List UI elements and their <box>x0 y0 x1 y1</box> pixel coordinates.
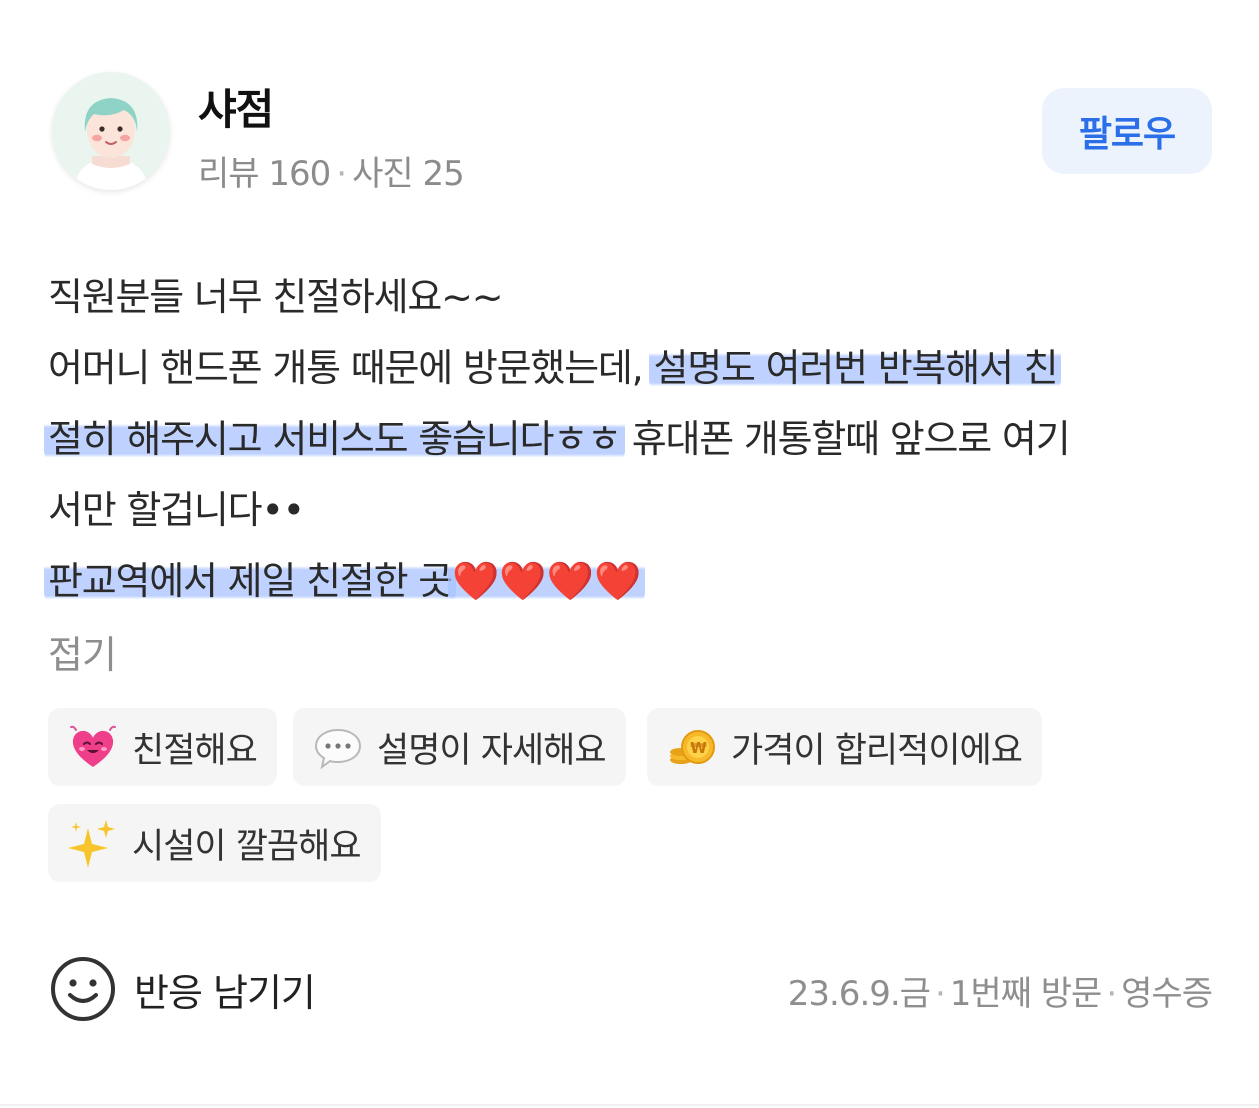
collapse-button[interactable]: 접기 <box>48 624 117 679</box>
heart-emoji-text: ❤️❤️❤️❤️ <box>448 559 646 603</box>
receipt-label[interactable]: 영수증 <box>1121 974 1213 1014</box>
divider <box>0 1104 1259 1106</box>
keyword-chip-price: ₩ 가격이 합리적이에요 <box>647 708 1042 786</box>
follow-button[interactable]: 팔로우 <box>1042 88 1212 174</box>
keyword-chip-facility: 시설이 깔끔해요 <box>48 804 381 882</box>
leave-reaction-label: 반응 남기기 <box>134 970 316 1015</box>
review-line: 판교역에서 제일 친절한 곳❤️❤️❤️❤️ <box>44 546 1218 617</box>
leave-reaction-button[interactable]: 반응 남기기 <box>50 954 316 1024</box>
visit-meta: 23.6.9.금 · 1번째 방문 · 영수증 <box>787 966 1213 1015</box>
review-text-segment: 휴대폰 개통할때 앞으로 여기 <box>620 417 1071 461</box>
smiley-icon <box>51 957 115 1021</box>
separator-dot: · <box>934 974 946 1014</box>
keyword-chip-kind: 친절해요 <box>48 708 277 786</box>
svg-text:₩: ₩ <box>690 739 707 757</box>
review-text-segment: 직원분들 너무 친절하세요~~ <box>48 275 504 319</box>
keyword-label: 가격이 합리적이에요 <box>731 730 1023 771</box>
sparkles-icon <box>68 820 115 868</box>
visit-date: 23.6.9.금 <box>787 974 931 1014</box>
keyword-chip-explanation: 설명이 자세해요 <box>293 708 626 786</box>
review-count: 리뷰 160 <box>198 154 331 194</box>
keyword-label: 설명이 자세해요 <box>377 730 607 771</box>
photo-count: 사진 25 <box>352 154 465 194</box>
review-line: 절히 해주시고 서비스도 좋습니다ㅎㅎ 휴대폰 개통할때 앞으로 여기 <box>44 404 1218 475</box>
highlighted-text: 판교역에서 제일 친절한 곳 <box>44 559 456 603</box>
highlighted-text: 설명도 여러번 반복해서 친 <box>649 346 1062 390</box>
heart-face-icon <box>70 725 116 767</box>
reviewer-stats: 리뷰 160 · 사진 25 <box>198 146 465 195</box>
visit-count: 1번째 방문 <box>949 974 1103 1014</box>
review-card: 샤점 리뷰 160 · 사진 25 팔로우 직원분들 너무 친절하세요~~ 어머니 핸… <box>0 0 1259 1108</box>
avatar-illustration-icon <box>52 72 170 190</box>
keyword-label: 친절해요 <box>132 730 258 771</box>
keyword-label: 시설이 깔끔해요 <box>132 826 362 867</box>
coin-icon: ₩ <box>670 730 715 764</box>
reviewer-name[interactable]: 샤점 <box>198 76 274 137</box>
review-text-segment: 어머니 핸드폰 개통 때문에 방문했는데, <box>48 346 654 390</box>
review-line: 직원분들 너무 친절하세요~~ <box>48 262 1218 333</box>
separator-dot: · <box>336 154 347 194</box>
review-line: 어머니 핸드폰 개통 때문에 방문했는데, 설명도 여러번 반복해서 친 <box>48 333 1218 404</box>
avatar[interactable] <box>52 72 170 190</box>
speech-bubble-icon <box>314 728 362 770</box>
review-line: 서만 할겁니다•• <box>48 475 1218 546</box>
review-text: 직원분들 너무 친절하세요~~ 어머니 핸드폰 개통 때문에 방문했는데, 설명도… <box>44 262 1218 617</box>
highlighted-text: 절히 해주시고 서비스도 좋습니다ㅎㅎ <box>44 417 625 461</box>
separator-dot: · <box>1106 974 1117 1014</box>
review-text-segment: 서만 할겁니다•• <box>48 488 305 532</box>
